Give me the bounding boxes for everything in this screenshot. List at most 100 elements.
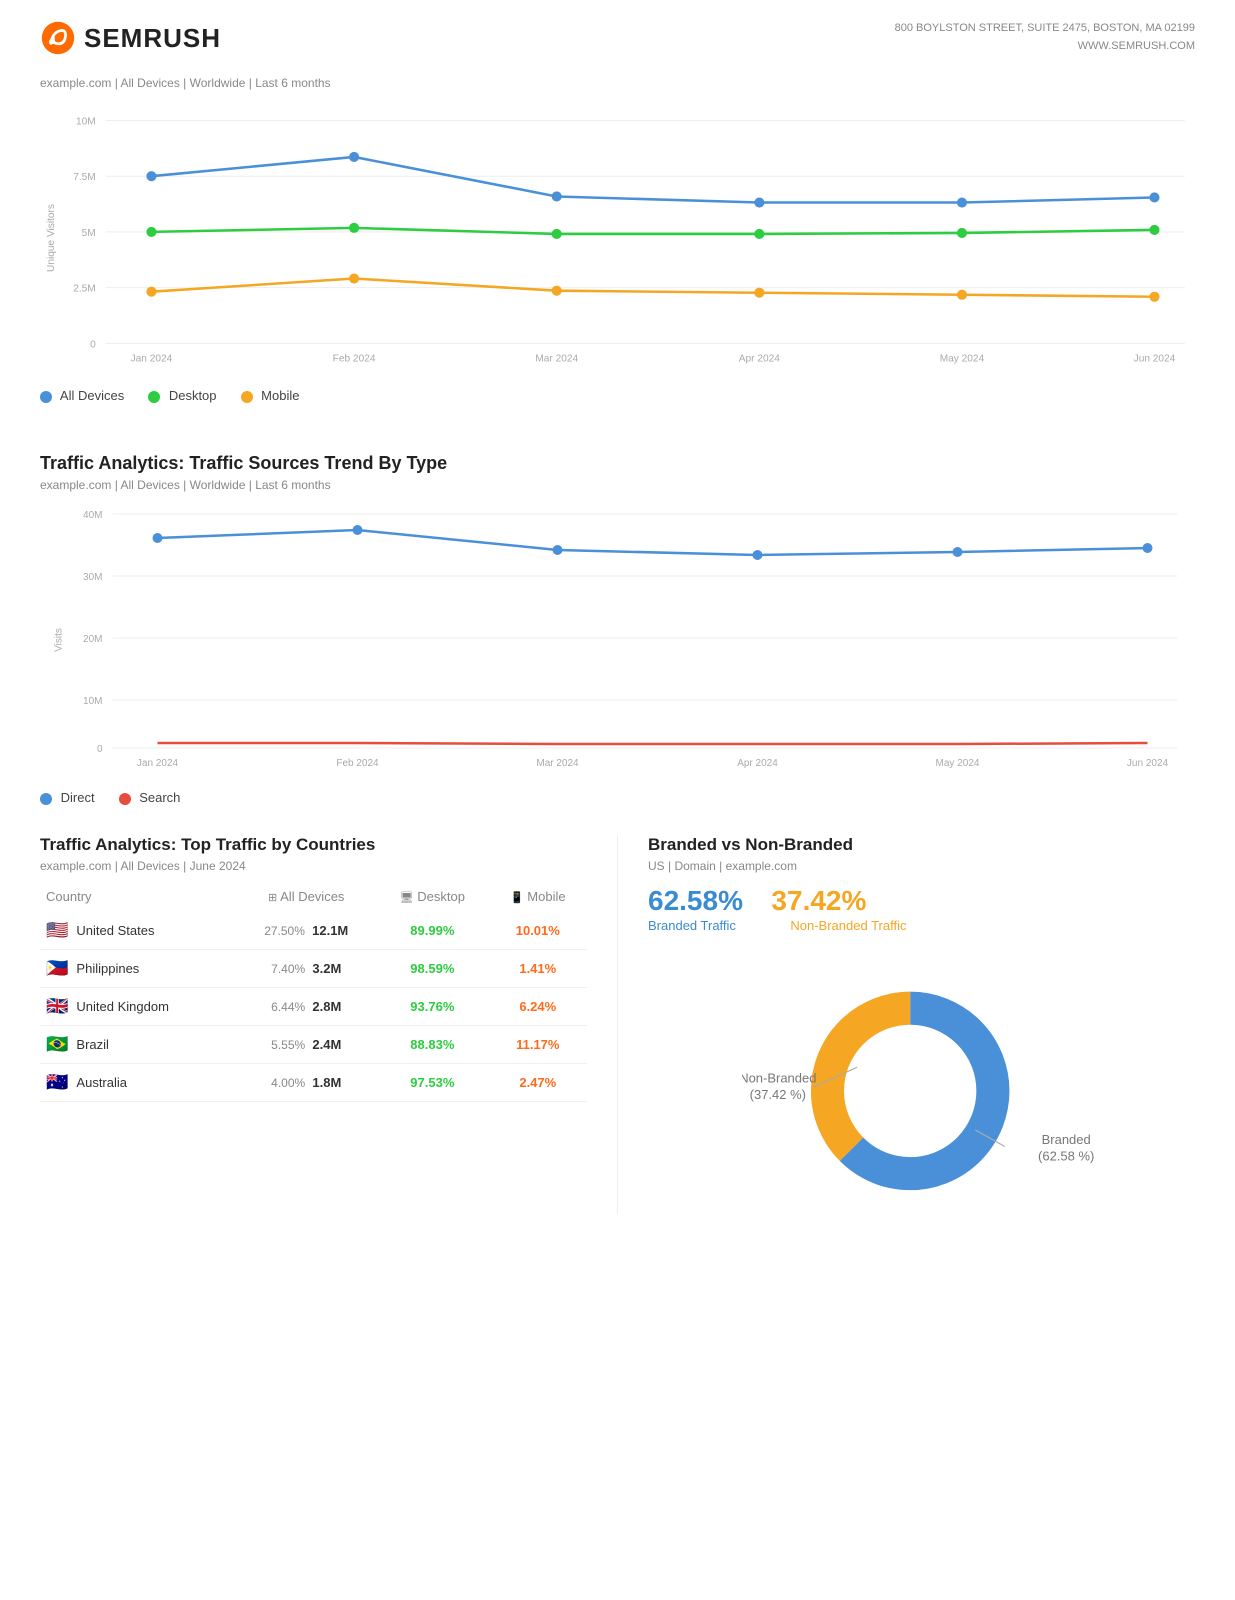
country-name: Philippines [76,961,139,976]
svg-text:Apr 2024: Apr 2024 [739,354,780,365]
svg-text:Jun 2024: Jun 2024 [1134,354,1176,365]
branded-panel: Branded vs Non-Branded US | Domain | exa… [617,835,1195,1215]
branded-pct: 62.58% [648,885,743,916]
table-row: 🇬🇧 United Kingdom 6.44% 2.8M 93.76% 6.24… [40,988,587,1026]
chart2-filter: example.com | All Devices | Worldwide | … [40,478,1195,492]
chart2-title: Traffic Analytics: Traffic Sources Trend… [40,453,1195,474]
all-devices-dot [40,391,52,403]
bottom-panels: Traffic Analytics: Top Traffic by Countr… [0,825,1235,1235]
table-row: 🇵🇭 Philippines 7.40% 3.2M 98.59% 1.41% [40,950,587,988]
countries-filter: example.com | All Devices | June 2024 [40,859,587,873]
mobile-cell: 6.24% [489,988,587,1026]
svg-text:40M: 40M [83,510,102,521]
mobile-cell: 2.47% [489,1064,587,1102]
table-row: 🇺🇸 United States 27.50% 12.1M 89.99% 10.… [40,912,587,950]
chart2-legend: Direct Search [40,790,1195,805]
chart2-svg: 40M 30M 20M 10M 0 Visits Jan 2024 Feb 20… [40,500,1195,780]
svg-text:Mar 2024: Mar 2024 [536,758,579,769]
search-dot [119,793,131,805]
desktop-cell: 98.59% [376,950,488,988]
branded-header: 62.58% 37.42% Branded Traffic Non-Brande… [648,885,1195,935]
chart2-section: Traffic Analytics: Traffic Sources Trend… [0,423,1235,825]
svg-text:0: 0 [97,744,103,755]
mobile-cell: 10.01% [489,912,587,950]
mobile-cell: 11.17% [489,1026,587,1064]
nonbranded-label: Non-Branded Traffic [790,918,906,933]
country-flag: 🇵🇭 [46,958,68,979]
donut-nonbranded-text: Non-Branded [742,1071,816,1086]
svg-text:Mar 2024: Mar 2024 [535,354,578,365]
countries-panel: Traffic Analytics: Top Traffic by Countr… [40,835,617,1215]
svg-text:Jan 2024: Jan 2024 [131,354,173,365]
chart1-legend: All Devices Desktop Mobile [40,388,1195,403]
chart1-filter: example.com | All Devices | Worldwide | … [40,76,1195,90]
country-cell: 🇧🇷 Brazil [40,1026,236,1064]
country-cell: 🇬🇧 United Kingdom [40,988,236,1026]
mobile-cell: 1.41% [489,950,587,988]
table-row: 🇦🇺 Australia 4.00% 1.8M 97.53% 2.47% [40,1064,587,1102]
svg-text:10M: 10M [83,696,102,707]
legend-mobile: Mobile [241,388,300,403]
svg-text:(62.58 %): (62.58 %) [1038,1149,1094,1164]
all-devices-cell: 27.50% 12.1M [236,912,376,950]
col-country: Country [40,885,236,912]
country-cell: 🇺🇸 United States [40,912,236,950]
svg-text:7.5M: 7.5M [73,172,96,183]
chart1-container: 10M 7.5M 5M 2.5M 0 Unique Visitors Jan 2… [40,98,1195,378]
country-name: Brazil [76,1037,109,1052]
address-line1: 800 BOYLSTON STREET, SUITE 2475, BOSTON,… [895,20,1195,38]
all-devices-cell: 4.00% 1.8M [236,1064,376,1102]
direct-dot [40,793,52,805]
svg-text:0: 0 [90,339,96,350]
branded-title: Branded vs Non-Branded [648,835,1195,855]
col-all-devices: ⊞ All Devices [236,885,376,912]
page-header: SEMRUSH 800 BOYLSTON STREET, SUITE 2475,… [0,0,1235,66]
donut-chart: Non-Branded (37.42 %) Branded (62.58 %) [648,955,1195,1215]
countries-table: Country ⊞ All Devices 🖥 Desktop 📱 Mobile [40,885,587,1102]
country-flag: 🇬🇧 [46,996,68,1017]
all-devices-cell: 5.55% 2.4M [236,1026,376,1064]
mobile-dot [241,391,253,403]
logo-icon [40,20,76,56]
logo: SEMRUSH [40,20,221,56]
svg-text:Unique Visitors: Unique Visitors [46,204,57,272]
svg-text:20M: 20M [83,634,102,645]
svg-text:Visits: Visits [54,628,65,652]
all-devices-cell: 6.44% 2.8M [236,988,376,1026]
svg-text:10M: 10M [76,117,96,128]
desktop-cell: 89.99% [376,912,488,950]
legend-desktop: Desktop [148,388,216,403]
svg-text:Feb 2024: Feb 2024 [336,758,379,769]
svg-text:Jan 2024: Jan 2024 [137,758,179,769]
donut-branded-text: Branded [1041,1132,1090,1147]
svg-text:30M: 30M [83,572,102,583]
legend-search: Search [119,790,181,805]
country-cell: 🇦🇺 Australia [40,1064,236,1102]
svg-text:(37.42 %): (37.42 %) [749,1087,805,1102]
countries-title: Traffic Analytics: Top Traffic by Countr… [40,835,587,855]
chart1-svg: 10M 7.5M 5M 2.5M 0 Unique Visitors Jan 2… [40,98,1195,378]
desktop-dot [148,391,160,403]
branded-filter: US | Domain | example.com [648,859,1195,873]
country-name: United Kingdom [76,999,169,1014]
chart2-container: 40M 30M 20M 10M 0 Visits Jan 2024 Feb 20… [40,500,1195,780]
svg-text:2.5M: 2.5M [73,284,96,295]
country-name: Australia [76,1075,127,1090]
svg-text:5M: 5M [82,228,96,239]
logo-text: SEMRUSH [84,23,221,54]
country-cell: 🇵🇭 Philippines [40,950,236,988]
desktop-cell: 93.76% [376,988,488,1026]
nonbranded-pct: 37.42% [771,885,866,916]
donut-svg: Non-Branded (37.42 %) Branded (62.58 %) [742,955,1102,1215]
country-flag: 🇦🇺 [46,1072,68,1093]
table-row: 🇧🇷 Brazil 5.55% 2.4M 88.83% 11.17% [40,1026,587,1064]
header-address: 800 BOYLSTON STREET, SUITE 2475, BOSTON,… [895,20,1195,55]
legend-direct: Direct [40,790,95,805]
legend-all-devices: All Devices [40,388,124,403]
country-flag: 🇧🇷 [46,1034,68,1055]
col-mobile: 📱 Mobile [489,885,587,912]
col-desktop: 🖥 Desktop [376,885,488,912]
svg-text:Feb 2024: Feb 2024 [333,354,376,365]
country-flag: 🇺🇸 [46,920,68,941]
svg-text:Apr 2024: Apr 2024 [737,758,778,769]
